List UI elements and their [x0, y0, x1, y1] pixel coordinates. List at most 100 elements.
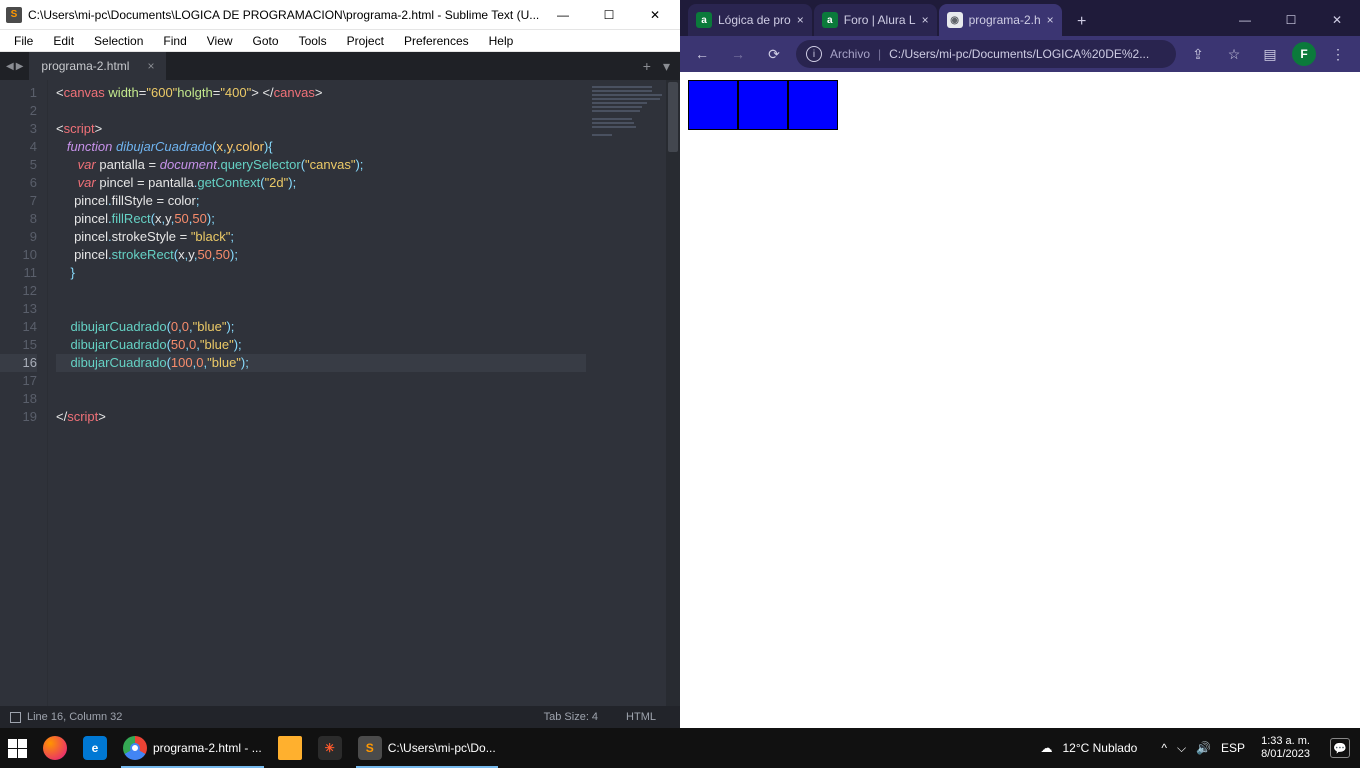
rendered-page	[680, 72, 1360, 728]
forward-button[interactable]: →	[724, 40, 752, 68]
menu-file[interactable]: File	[4, 32, 43, 50]
taskbar-app-label: C:\Users\mi-pc\Do...	[388, 741, 496, 755]
taskbar-app-icon: S	[358, 736, 382, 760]
minimap[interactable]	[586, 80, 666, 706]
menu-find[interactable]: Find	[153, 32, 196, 50]
sublime-window: S C:\Users\mi-pc\Documents\LOGICA DE PRO…	[0, 0, 680, 728]
maximize-button[interactable]: ☐	[1268, 4, 1314, 36]
tab-close-icon[interactable]: ×	[797, 13, 804, 27]
canvas-square	[688, 80, 738, 130]
notifications-icon[interactable]: 💬	[1330, 738, 1350, 758]
system-tray: ☁ 12°C Nublado ^ ⌵ 🔊 ESP 1:33 a. m. 8/01…	[1034, 735, 1360, 761]
syntax-indicator[interactable]: HTML	[612, 711, 670, 723]
side-panel-icon[interactable]: ▤	[1256, 40, 1284, 68]
tab-size-indicator[interactable]: Tab Size: 4	[530, 711, 612, 723]
canvas-square	[788, 80, 838, 130]
weather-text[interactable]: 12°C Nublado	[1062, 741, 1137, 755]
vertical-scrollbar[interactable]	[666, 80, 680, 706]
tab-title: Foro | Alura L	[844, 13, 916, 27]
clock-time: 1:33 a. m.	[1261, 735, 1310, 748]
maximize-button[interactable]: ☐	[586, 0, 632, 30]
site-info-icon[interactable]: i	[806, 46, 822, 62]
volume-icon[interactable]: 🔊	[1196, 741, 1211, 755]
browser-tab[interactable]: ◉ programa-2.h ×	[939, 4, 1062, 36]
url-separator: |	[878, 47, 881, 61]
nav-back-icon[interactable]: ◀	[6, 61, 14, 72]
canvas-square	[738, 80, 788, 130]
taskbar-app-label: programa-2.html - ...	[153, 741, 262, 755]
menu-project[interactable]: Project	[337, 32, 394, 50]
sublime-app-icon: S	[6, 7, 22, 23]
menu-view[interactable]: View	[197, 32, 243, 50]
url-scheme-label: Archivo	[830, 47, 870, 61]
tab-overflow-button[interactable]: ▾	[663, 58, 670, 75]
network-icon[interactable]: ⌵	[1177, 741, 1186, 756]
menu-preferences[interactable]: Preferences	[394, 32, 479, 50]
taskbar-app[interactable]	[270, 728, 310, 768]
tab-title: programa-2.h	[969, 13, 1041, 27]
minimize-button[interactable]: —	[1222, 4, 1268, 36]
browser-tab[interactable]: a Foro | Alura L ×	[814, 4, 937, 36]
sublime-tab-strip: ◀ ▶ programa-2.html × + ▾	[0, 52, 680, 80]
taskbar-app-icon	[278, 736, 302, 760]
tab-close-icon[interactable]: ×	[922, 13, 929, 27]
taskbar-app-icon	[43, 736, 67, 760]
window-title: C:\Users\mi-pc\Documents\LOGICA DE PROGR…	[28, 8, 540, 22]
new-tab-button[interactable]: +	[1068, 8, 1096, 36]
nav-forward-icon[interactable]: ▶	[16, 61, 24, 72]
tab-title: Lógica de pro	[718, 13, 791, 27]
sublime-titlebar[interactable]: S C:\Users\mi-pc\Documents\LOGICA DE PRO…	[0, 0, 680, 30]
sublime-menubar: FileEditSelectionFindViewGotoToolsProjec…	[0, 30, 680, 52]
taskbar-app[interactable]	[35, 728, 75, 768]
windows-taskbar: e programa-2.html - ... ✳ S C:\Users\mi-pc\D…	[0, 728, 1360, 768]
taskbar-app[interactable]: programa-2.html - ...	[115, 728, 270, 768]
url-path: C:/Users/mi-pc/Documents/LOGICA%20DE%2..…	[889, 47, 1149, 61]
minimize-button[interactable]: —	[540, 0, 586, 30]
back-button[interactable]: ←	[688, 40, 716, 68]
taskbar-app[interactable]: S C:\Users\mi-pc\Do...	[350, 728, 504, 768]
taskbar-app[interactable]: ✳	[310, 728, 350, 768]
editor-tab-label: programa-2.html	[41, 59, 129, 73]
close-button[interactable]: ✕	[632, 0, 678, 30]
menu-help[interactable]: Help	[479, 32, 524, 50]
taskbar-app[interactable]: e	[75, 728, 115, 768]
kebab-menu-icon[interactable]: ⋮	[1324, 40, 1352, 68]
chrome-window: a Lógica de pro × a Foro | Alura L × ◉ programa…	[680, 0, 1360, 728]
taskbar-app-icon: ✳	[318, 736, 342, 760]
editor-tab-close-icon[interactable]: ×	[147, 59, 154, 73]
favicon-icon: a	[696, 12, 712, 28]
tab-close-icon[interactable]: ×	[1047, 13, 1054, 27]
bookmark-star-icon[interactable]: ☆	[1220, 40, 1248, 68]
start-button[interactable]	[0, 728, 35, 768]
sublime-statusbar: Line 16, Column 32 Tab Size: 4 HTML	[0, 706, 680, 728]
taskbar-app-icon: e	[83, 736, 107, 760]
clock-date: 8/01/2023	[1261, 748, 1310, 761]
chrome-toolbar: ← → ⟳ i Archivo | C:/Users/mi-pc/Documen…	[680, 36, 1360, 72]
menu-goto[interactable]: Goto	[243, 32, 289, 50]
profile-avatar[interactable]: F	[1292, 42, 1316, 66]
menu-edit[interactable]: Edit	[43, 32, 84, 50]
address-bar[interactable]: i Archivo | C:/Users/mi-pc/Documents/LOG…	[796, 40, 1176, 68]
weather-icon[interactable]: ☁	[1040, 741, 1052, 755]
windows-logo-icon	[8, 739, 27, 758]
canvas-output	[688, 80, 838, 130]
line-number-gutter: 12345678910111213141516171819	[0, 80, 48, 706]
editor-tab[interactable]: programa-2.html ×	[29, 52, 167, 80]
statusbar-icon	[10, 712, 21, 723]
code-content[interactable]: <canvas width="600"holgth="400"> </canva…	[48, 80, 586, 706]
chrome-tab-strip: a Lógica de pro × a Foro | Alura L × ◉ programa…	[680, 0, 1360, 36]
taskbar-clock[interactable]: 1:33 a. m. 8/01/2023	[1255, 735, 1316, 761]
share-icon[interactable]: ⇪	[1184, 40, 1212, 68]
favicon-icon: ◉	[947, 12, 963, 28]
taskbar-app-icon	[123, 736, 147, 760]
input-language[interactable]: ESP	[1221, 741, 1245, 755]
menu-tools[interactable]: Tools	[289, 32, 337, 50]
new-tab-button[interactable]: +	[643, 58, 651, 74]
browser-tab[interactable]: a Lógica de pro ×	[688, 4, 812, 36]
reload-button[interactable]: ⟳	[760, 40, 788, 68]
editor-area[interactable]: 12345678910111213141516171819 <canvas wi…	[0, 80, 680, 706]
menu-selection[interactable]: Selection	[84, 32, 153, 50]
favicon-icon: a	[822, 12, 838, 28]
tray-chevron-icon[interactable]: ^	[1161, 741, 1167, 755]
close-button[interactable]: ✕	[1314, 4, 1360, 36]
